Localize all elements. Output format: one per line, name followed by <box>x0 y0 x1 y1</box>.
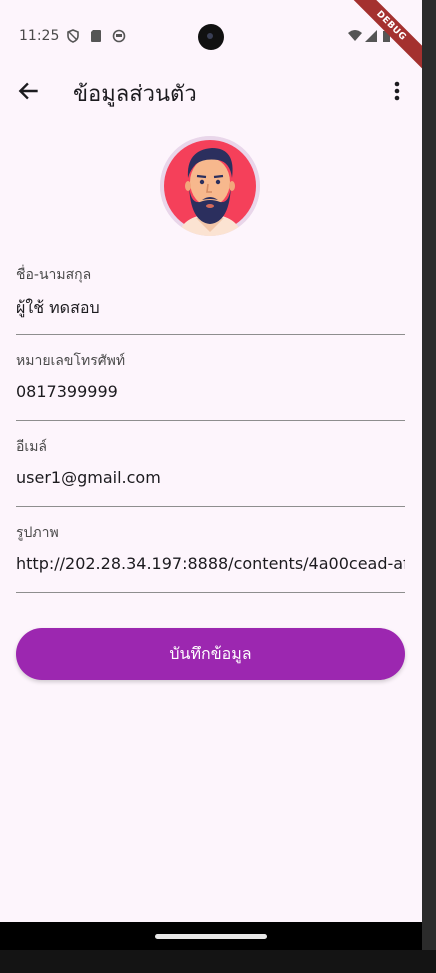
wifi-icon <box>348 30 362 41</box>
signal-icon <box>365 30 377 42</box>
fullname-label: ชื่อ-นามสกุล <box>16 267 92 283</box>
page-title: ข้อมูลส่วนตัว <box>73 82 197 107</box>
device-bezel-right <box>422 0 436 973</box>
email-label: อีเมล์ <box>16 439 48 455</box>
app-bar: ข้อมูลส่วนตัว <box>0 60 422 122</box>
phone-input[interactable]: 0817399999 <box>16 382 405 401</box>
field-underline <box>16 506 405 507</box>
home-indicator[interactable] <box>155 934 267 939</box>
save-button[interactable]: บันทึกข้อมูล <box>16 628 405 680</box>
image-url-label: รูปภาพ <box>16 525 59 541</box>
email-input[interactable]: user1@gmail.com <box>16 468 405 487</box>
fullname-input[interactable]: ผู้ใช้ ทดสอบ <box>16 296 405 321</box>
device-bezel-bottom <box>0 950 436 973</box>
more-vert-icon[interactable] <box>388 78 406 104</box>
phone-screen: 11:25 DEBUG ข้อมูลส่วนตัว ชื่อ-นามสกุล ผ… <box>0 0 422 950</box>
status-bar: 11:25 DEBUG <box>0 0 422 78</box>
fullname-field[interactable]: ชื่อ-นามสกุล ผู้ใช้ ทดสอบ <box>16 264 405 350</box>
sd-card-icon <box>91 30 101 42</box>
camera-cutout <box>198 24 224 50</box>
app-notification-icon <box>112 29 126 43</box>
field-underline <box>16 334 405 335</box>
image-url-input[interactable]: http://202.28.34.197:8888/contents/4a00c… <box>16 554 405 573</box>
shield-icon <box>67 29 79 43</box>
avatar-illustration <box>160 136 260 236</box>
back-arrow-icon[interactable] <box>16 78 42 104</box>
field-underline <box>16 420 405 421</box>
phone-label: หมายเลขโทรศัพท์ <box>16 353 126 369</box>
status-time: 11:25 <box>19 28 60 44</box>
email-field[interactable]: อีเมล์ user1@gmail.com <box>16 436 405 522</box>
field-underline <box>16 592 405 593</box>
image-url-field[interactable]: รูปภาพ http://202.28.34.197:8888/content… <box>16 522 405 608</box>
phone-field[interactable]: หมายเลขโทรศัพท์ 0817399999 <box>16 350 405 436</box>
system-nav-bar <box>0 922 422 950</box>
avatar[interactable] <box>160 136 260 236</box>
